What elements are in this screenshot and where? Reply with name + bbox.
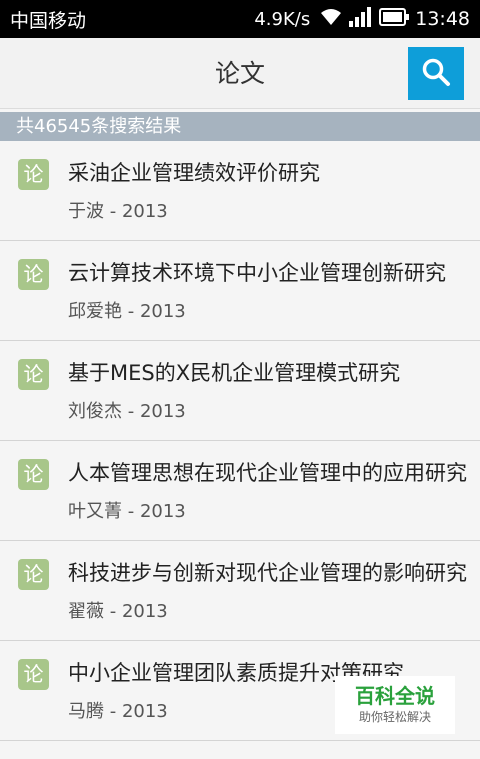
signal-icon xyxy=(349,7,372,31)
item-author: 翟薇 xyxy=(68,601,104,622)
watermark-title: 百科全说 xyxy=(355,684,435,708)
item-title: 采油企业管理绩效评价研究 xyxy=(68,161,320,185)
item-meta: 马腾 - 2013 xyxy=(68,701,168,722)
item-author: 马腾 xyxy=(68,701,104,722)
item-year: 2013 xyxy=(121,701,168,722)
watermark-subtitle: 助你轻松解决 xyxy=(358,710,431,724)
item-year: 2013 xyxy=(139,301,186,322)
search-button[interactable] xyxy=(408,47,464,100)
item-author: 邱爱艳 xyxy=(68,301,122,322)
app-header: 论文 xyxy=(0,38,480,109)
paper-icon: 论 xyxy=(18,359,49,390)
item-year: 2013 xyxy=(139,501,186,522)
paper-icon: 论 xyxy=(18,659,49,690)
item-meta: 邱爱艳 - 2013 xyxy=(68,301,186,322)
result-count: 共46545条搜索结果 xyxy=(0,112,480,141)
carrier-name: 中国移动 xyxy=(10,9,87,32)
clock: 13:48 xyxy=(415,8,470,30)
item-year: 2013 xyxy=(121,201,168,222)
paper-icon: 论 xyxy=(18,259,49,290)
item-meta: 刘俊杰 - 2013 xyxy=(68,401,186,422)
item-author: 叶又菁 xyxy=(68,501,122,522)
list-item[interactable]: 论 云计算技术环境下中小企业管理创新研究 邱爱艳 - 2013 xyxy=(0,241,480,341)
watermark-logo: 百科全说 助你轻松解决 xyxy=(335,676,455,734)
item-author: 于波 xyxy=(68,201,104,222)
paper-icon: 论 xyxy=(18,559,49,590)
status-bar: 中国移动 4.9K/s 13:48 xyxy=(0,0,480,38)
search-icon xyxy=(421,57,451,91)
item-title: 云计算技术环境下中小企业管理创新研究 xyxy=(68,261,446,285)
item-meta: 叶又菁 - 2013 xyxy=(68,501,186,522)
paper-icon: 论 xyxy=(18,459,49,490)
paper-icon: 论 xyxy=(18,159,49,190)
status-indicators: 4.9K/s 13:48 xyxy=(254,7,470,31)
item-title: 基于MES的X民机企业管理模式研究 xyxy=(68,361,401,385)
list-item[interactable]: 论 基于MES的X民机企业管理模式研究 刘俊杰 - 2013 xyxy=(0,341,480,441)
results-list: 论 采油企业管理绩效评价研究 于波 - 2013 论 云计算技术环境下中小企业管… xyxy=(0,141,480,741)
item-year: 2013 xyxy=(121,601,168,622)
item-author: 刘俊杰 xyxy=(68,401,122,422)
battery-icon xyxy=(379,8,410,30)
list-item[interactable]: 论 人本管理思想在现代企业管理中的应用研究 叶又菁 - 2013 xyxy=(0,441,480,541)
wifi-icon xyxy=(319,7,343,31)
network-speed: 4.9K/s xyxy=(254,8,311,30)
item-title: 人本管理思想在现代企业管理中的应用研究 xyxy=(68,461,467,485)
item-title: 科技进步与创新对现代企业管理的影响研究 xyxy=(68,561,467,585)
item-meta: 于波 - 2013 xyxy=(68,201,168,222)
list-item[interactable]: 论 采油企业管理绩效评价研究 于波 - 2013 xyxy=(0,141,480,241)
list-item[interactable]: 论 科技进步与创新对现代企业管理的影响研究 翟薇 - 2013 xyxy=(0,541,480,641)
item-year: 2013 xyxy=(139,401,186,422)
item-meta: 翟薇 - 2013 xyxy=(68,601,168,622)
